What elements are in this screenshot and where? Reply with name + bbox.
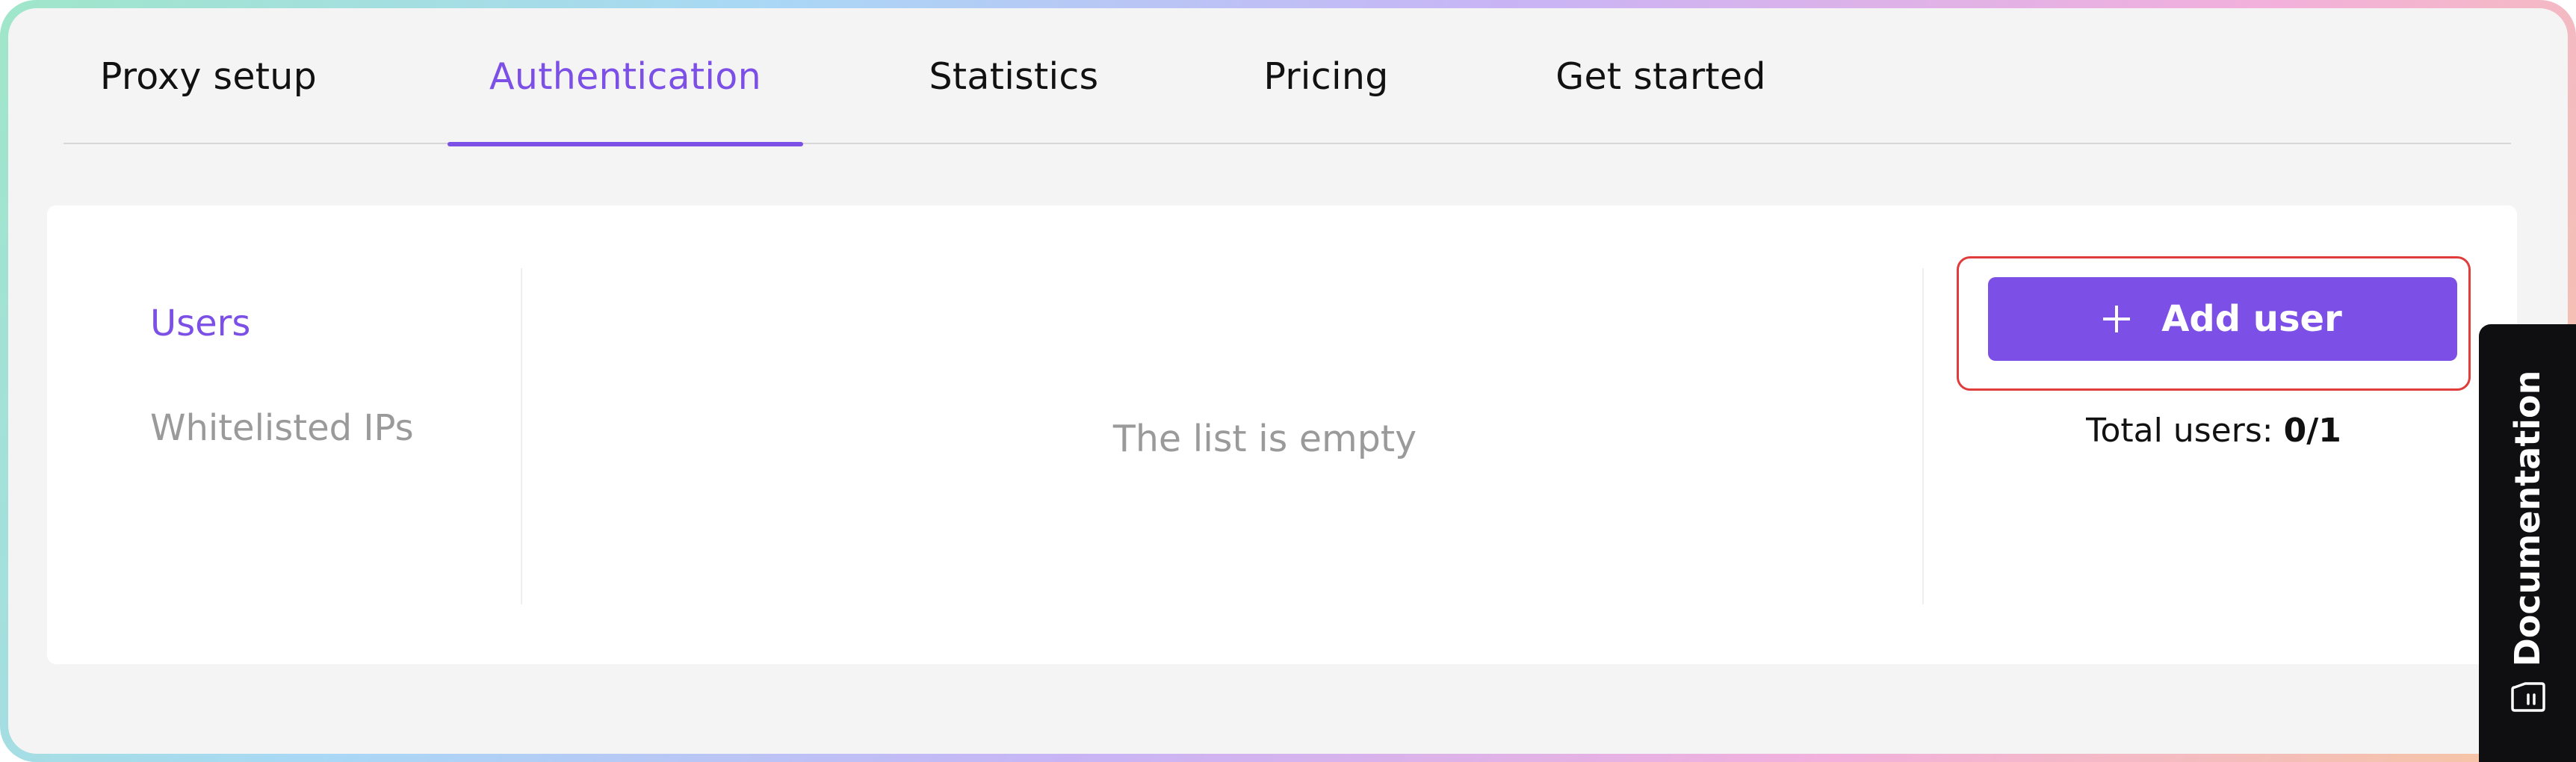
- documentation-tab[interactable]: Documentation: [2479, 324, 2576, 762]
- tab-label: Pricing: [1263, 55, 1389, 98]
- actions-divider: [1922, 268, 1924, 604]
- plus-icon: [2103, 306, 2131, 332]
- add-user-label: Add user: [2161, 298, 2342, 340]
- tab-label: Statistics: [929, 55, 1099, 98]
- tab-bar: Proxy setup Authentication Statistics Pr…: [64, 8, 2511, 146]
- empty-list-message: The list is empty: [1112, 418, 1417, 460]
- tab-statistics[interactable]: Statistics: [921, 8, 1106, 144]
- tab-proxy-setup[interactable]: Proxy setup: [96, 8, 321, 144]
- total-users-label: Total users:: [2086, 412, 2273, 450]
- total-users-counter: Total users: 0/1: [1957, 412, 2471, 450]
- active-tab-indicator: [448, 142, 803, 146]
- add-user-button[interactable]: Add user: [1988, 277, 2457, 361]
- tab-pricing[interactable]: Pricing: [1251, 8, 1401, 144]
- sidebar-item-users[interactable]: Users: [150, 303, 250, 344]
- tab-label: Proxy setup: [99, 55, 318, 98]
- documentation-label: Documentation: [2507, 370, 2548, 667]
- sidebar-item-label: Users: [150, 303, 251, 344]
- tab-get-started[interactable]: Get started: [1549, 8, 1773, 144]
- window-frame: Proxy setup Authentication Statistics Pr…: [0, 0, 2576, 762]
- sidebar-item-whitelisted-ips[interactable]: Whitelisted IPs: [150, 407, 414, 449]
- tab-label: Authentication: [489, 55, 761, 98]
- authentication-panel: Users Whitelisted IPs The list is empty …: [47, 205, 2517, 664]
- sidebar-item-label: Whitelisted IPs: [150, 407, 414, 449]
- book-icon: [2511, 682, 2545, 712]
- app-content: Proxy setup Authentication Statistics Pr…: [8, 8, 2568, 754]
- sidebar-divider: [521, 268, 522, 604]
- tab-authentication[interactable]: Authentication: [448, 8, 803, 146]
- total-users-value: 0/1: [2283, 412, 2341, 450]
- tab-label: Get started: [1555, 55, 1766, 98]
